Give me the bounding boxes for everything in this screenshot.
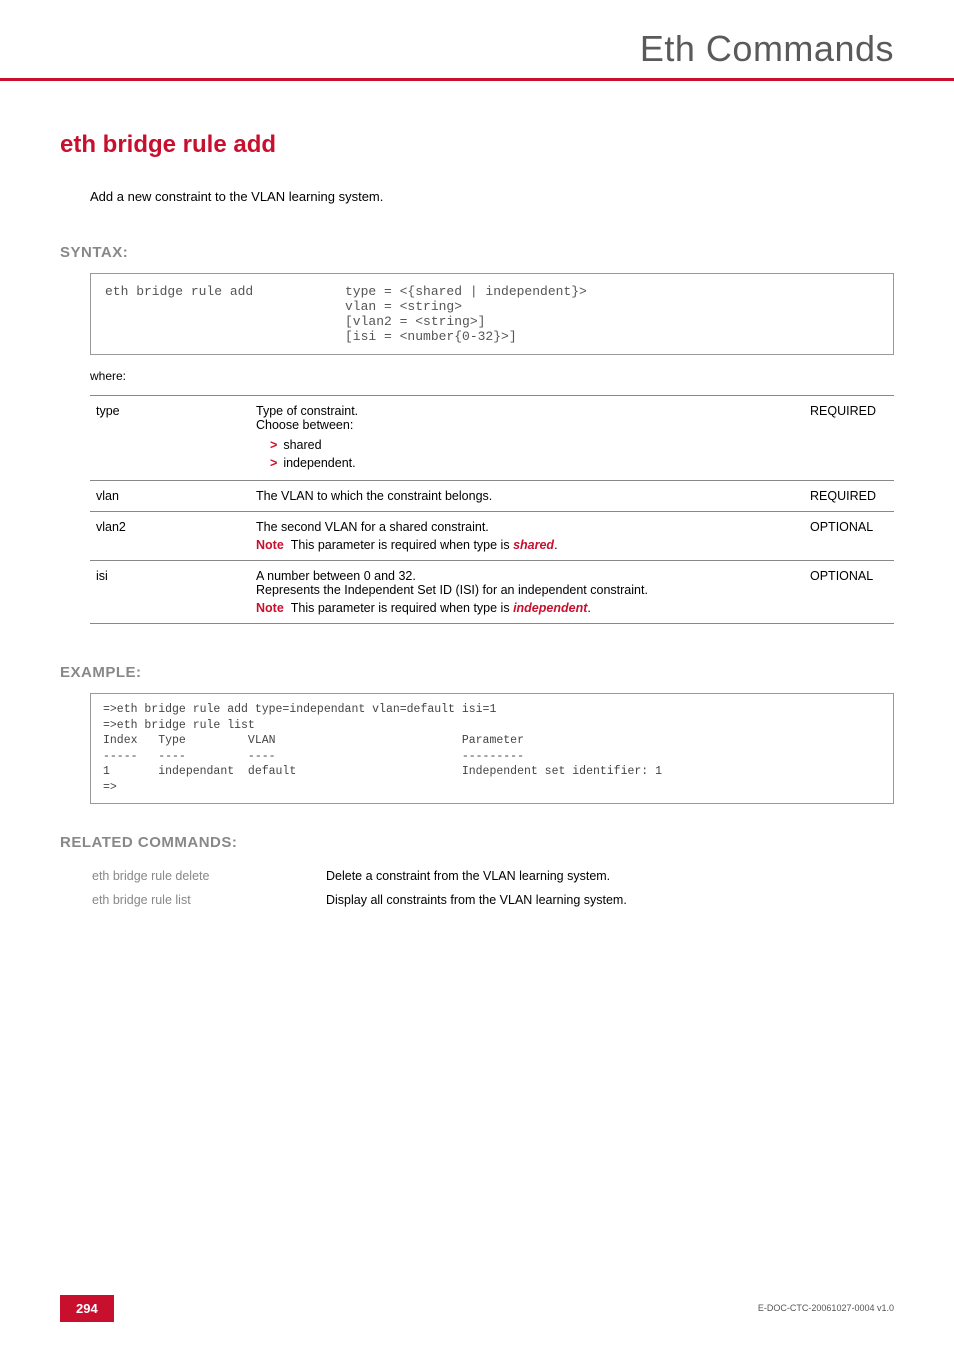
param-desc: The VLAN to which the constraint belongs…: [250, 481, 804, 512]
page-footer: 294 E-DOC-CTC-20061027-0004 v1.0: [0, 1295, 954, 1322]
chevron-icon: >: [270, 438, 277, 452]
param-desc-sub: Choose between:: [256, 418, 798, 432]
param-name: isi: [90, 561, 250, 624]
param-desc-intro: A number between 0 and 32.: [256, 569, 798, 583]
param-required: REQUIRED: [804, 396, 894, 481]
param-desc-intro: Type of constraint.: [256, 404, 798, 418]
syntax-command: eth bridge rule add: [105, 284, 345, 344]
command-description: Add a new constraint to the VLAN learnin…: [90, 189, 894, 204]
example-label: EXAMPLE:: [60, 664, 894, 681]
param-desc: A number between 0 and 32. Represents th…: [250, 561, 804, 624]
related-label: RELATED COMMANDS:: [60, 834, 894, 851]
header-title: Eth Commands: [60, 28, 894, 70]
params-table: type Type of constraint. Choose between:…: [90, 395, 894, 624]
chevron-icon: >: [270, 456, 277, 470]
param-bullets: > shared > independent.: [256, 436, 798, 472]
doc-id: E-DOC-CTC-20061027-0004 v1.0: [758, 1303, 894, 1313]
syntax-box: eth bridge rule add type = <{shared | in…: [90, 273, 894, 355]
param-required: OPTIONAL: [804, 561, 894, 624]
param-required: REQUIRED: [804, 481, 894, 512]
note-text-a: This parameter is required when type is: [291, 538, 513, 552]
param-row-isi: isi A number between 0 and 32. Represent…: [90, 561, 894, 624]
page-content: eth bridge rule add Add a new constraint…: [0, 81, 954, 913]
note-text-a: This parameter is required when type is: [291, 601, 513, 615]
param-name: vlan2: [90, 512, 250, 561]
param-desc: The second VLAN for a shared constraint.…: [250, 512, 804, 561]
param-desc: Type of constraint. Choose between: > sha…: [250, 396, 804, 481]
related-row: eth bridge rule list Display all constra…: [92, 889, 639, 911]
related-cmd-name: eth bridge rule delete: [92, 869, 312, 883]
param-desc-intro: The second VLAN for a shared constraint.: [256, 520, 798, 534]
bullet-text: independent.: [283, 456, 355, 470]
param-name: type: [90, 396, 250, 481]
note-prefix: Note: [256, 601, 284, 615]
syntax-label: SYNTAX:: [60, 244, 894, 261]
param-desc-sub: Represents the Independent Set ID (ISI) …: [256, 583, 798, 597]
page-header: Eth Commands: [0, 0, 954, 81]
param-note: Note This parameter is required when typ…: [256, 538, 798, 552]
param-note: Note This parameter is required when typ…: [256, 601, 798, 615]
related-cmd-name: eth bridge rule list: [92, 893, 312, 907]
page-number-badge: 294: [60, 1295, 114, 1322]
related-cmd: eth bridge rule list: [92, 889, 324, 911]
example-box: =>eth bridge rule add type=independant v…: [90, 693, 894, 804]
note-text-b: .: [554, 538, 557, 552]
command-title: eth bridge rule add: [60, 131, 894, 159]
related-commands-table: eth bridge rule delete Delete a constrai…: [90, 863, 641, 913]
param-row-type: type Type of constraint. Choose between:…: [90, 396, 894, 481]
related-desc: Display all constraints from the VLAN le…: [326, 889, 639, 911]
note-text-b: .: [587, 601, 590, 615]
param-row-vlan2: vlan2 The second VLAN for a shared const…: [90, 512, 894, 561]
note-em: shared: [513, 538, 554, 552]
note-em: independent: [513, 601, 587, 615]
related-desc: Delete a constraint from the VLAN learni…: [326, 865, 639, 887]
where-label: where:: [90, 369, 894, 383]
bullet-item: > independent.: [256, 454, 798, 472]
note-prefix: Note: [256, 538, 284, 552]
related-cmd: eth bridge rule delete: [92, 865, 324, 887]
param-name: vlan: [90, 481, 250, 512]
param-row-vlan: vlan The VLAN to which the constraint be…: [90, 481, 894, 512]
syntax-args: type = <{shared | independent}> vlan = <…: [345, 284, 879, 344]
bullet-item: > shared: [256, 436, 798, 454]
param-required: OPTIONAL: [804, 512, 894, 561]
related-row: eth bridge rule delete Delete a constrai…: [92, 865, 639, 887]
bullet-text: shared: [283, 438, 321, 452]
